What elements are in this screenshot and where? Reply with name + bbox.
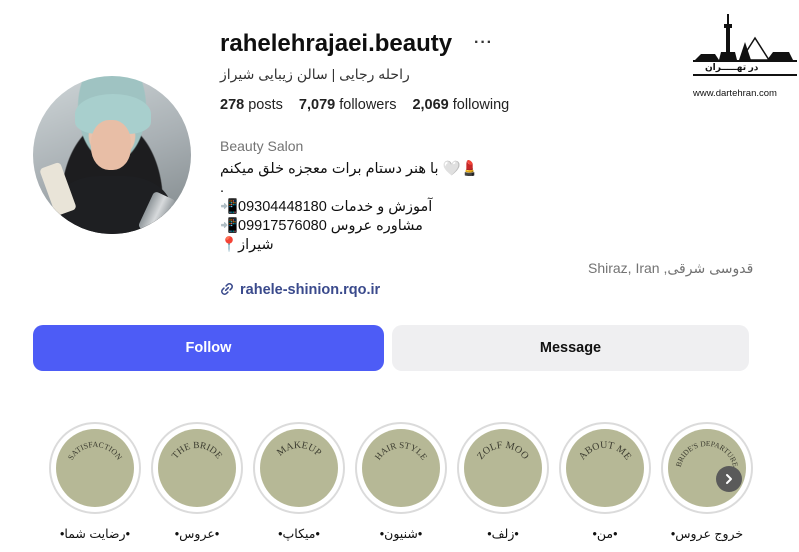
profile-location: Shiraz, Iran ,قدوسی شرقی: [588, 260, 754, 276]
bio-line: .: [220, 180, 225, 196]
posts-stat[interactable]: 278 posts: [220, 97, 283, 113]
svg-text:ABOUT ME: ABOUT ME: [577, 440, 633, 462]
followers-stat[interactable]: 7,079 followers: [299, 97, 397, 113]
highlight-item[interactable]: MAKEUP •میکاپ•: [253, 422, 345, 541]
profile-stats: 278 posts 7,079 followers 2,069 following: [220, 97, 509, 113]
svg-text:MAKEUP: MAKEUP: [275, 440, 324, 459]
highlight-item[interactable]: ABOUT ME •من•: [559, 422, 651, 541]
profile-username: rahelehrajaei.beauty: [220, 30, 453, 57]
profile-link[interactable]: rahele-shinion.rqo.ir: [220, 282, 380, 298]
highlight-label: •شنیون•: [379, 527, 423, 541]
highlight-label: •میکاپ•: [278, 527, 320, 541]
watermark-brand: در تهـــــران: [705, 62, 759, 72]
highlight-ring: ZOLF MOO: [457, 422, 549, 514]
svg-text:THE BRIDE: THE BRIDE: [171, 441, 224, 461]
highlight-ring: THE BRIDE: [151, 422, 243, 514]
highlight-item[interactable]: HAIR STYLE •شنیون•: [355, 422, 447, 541]
highlight-ring: MAKEUP: [253, 422, 345, 514]
svg-text:SATISFACTION: SATISFACTION: [66, 440, 124, 462]
profile-full-name: راحله رجایی | سالن زیبایی شیراز: [220, 66, 410, 82]
link-icon: [221, 283, 233, 295]
svg-text:ZOLF MOO: ZOLF MOO: [475, 440, 531, 462]
highlight-cover: ABOUT ME: [566, 429, 644, 507]
profile-link-text[interactable]: rahele-shinion.rqo.ir: [240, 282, 380, 298]
highlight-cover: ZOLF MOO: [464, 429, 542, 507]
highlight-label: •عروس•: [174, 527, 220, 541]
highlight-item[interactable]: THE BRIDE •عروس•: [151, 422, 243, 541]
bio-line: با هنر دستام برات معجزه خلق میکنم 🤍💄: [220, 161, 479, 177]
highlight-ring: HAIR STYLE: [355, 422, 447, 514]
bio-line: 📍شیراز: [220, 237, 274, 253]
highlight-item[interactable]: ZOLF MOO •زلف•: [457, 422, 549, 541]
svg-text:HAIR STYLE: HAIR STYLE: [373, 440, 430, 462]
svg-text:BRIDE'S DEPARTURE: BRIDE'S DEPARTURE: [674, 439, 741, 468]
highlight-cover: HAIR STYLE: [362, 429, 440, 507]
message-button[interactable]: Message: [392, 325, 749, 371]
highlight-ring: ABOUT ME: [559, 422, 651, 514]
follow-button[interactable]: Follow: [33, 325, 384, 371]
highlight-ring: BRIDE'S DEPARTURE: [661, 422, 753, 514]
highlight-label: •خروج عروس: [670, 527, 744, 541]
highlight-label: •من•: [592, 527, 618, 541]
avatar-face: [91, 120, 131, 170]
more-options-icon[interactable]: ···: [474, 34, 493, 52]
highlight-label: •زلف•: [487, 527, 519, 541]
bio-line: 📲09917576080 مشاوره عروس: [220, 218, 423, 234]
profile-avatar[interactable]: [33, 76, 191, 234]
highlight-cover: SATISFACTION: [56, 429, 134, 507]
highlights-next-button[interactable]: [716, 466, 742, 492]
highlight-label: •رضایت شما•: [60, 527, 130, 541]
highlight-cover: THE BRIDE: [158, 429, 236, 507]
highlight-cover: MAKEUP: [260, 429, 338, 507]
profile-bio: با هنر دستام برات معجزه خلق میکنم 🤍💄 . 📲…: [220, 160, 479, 255]
chevron-right-icon: [726, 474, 732, 484]
bio-line: 📲09304448180 آموزش و خدمات: [220, 199, 433, 215]
profile-category: Beauty Salon: [220, 138, 304, 154]
highlight-item[interactable]: SATISFACTION •رضایت شما•: [49, 422, 141, 541]
watermark-url: www.dartehran.com: [693, 88, 777, 99]
highlight-ring: SATISFACTION: [49, 422, 141, 514]
following-stat[interactable]: 2,069 following: [412, 97, 509, 113]
